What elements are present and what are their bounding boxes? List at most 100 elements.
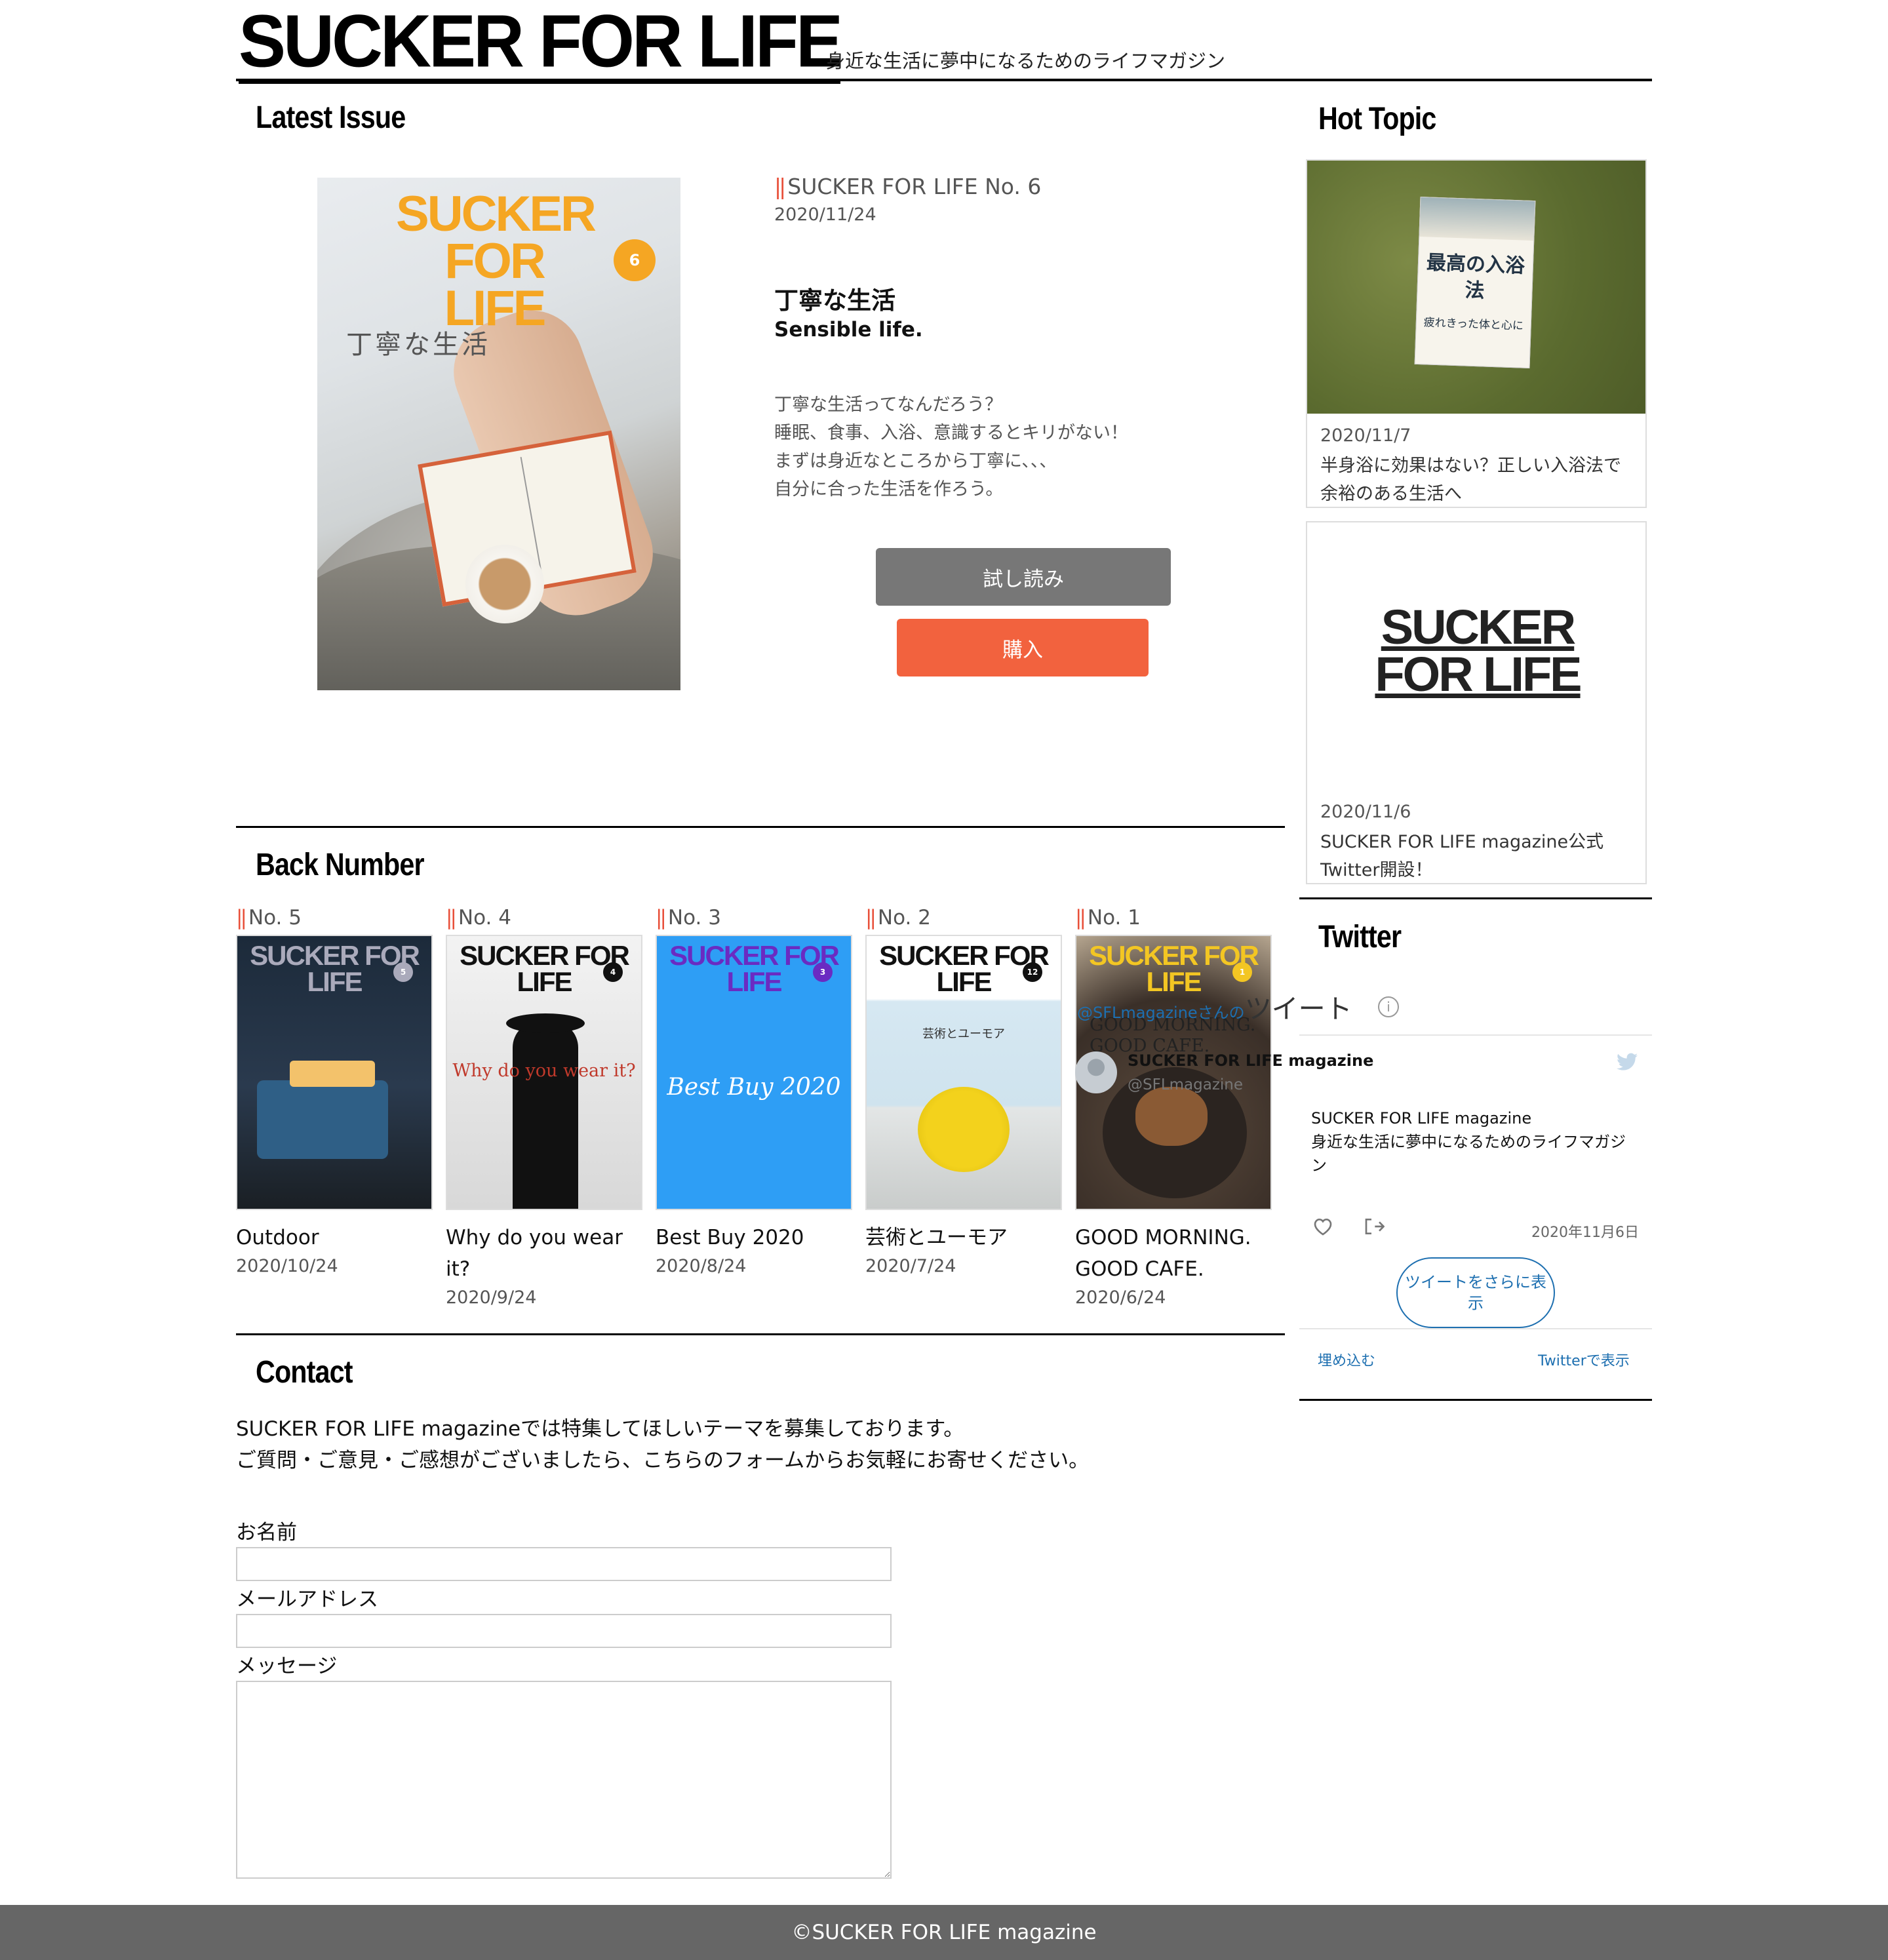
hot-topic-text-line: 半身浴に効果はない？正しい入浴法で xyxy=(1320,456,1621,476)
accent-bar-icon: || xyxy=(446,906,457,930)
book-title: 最高の入浴法 xyxy=(1426,251,1525,303)
twitter-widget-header[interactable]: @SFLmagazineさんのツイート xyxy=(1077,987,1352,1026)
back-number-date: 2020/7/24 xyxy=(865,1256,956,1276)
cover-issue-badge: 6 xyxy=(614,239,656,281)
header-divider xyxy=(236,79,1652,81)
hot-topic-date: 2020/11/6 xyxy=(1320,802,1411,822)
cover-photo-van xyxy=(257,1080,388,1159)
contact-heading: Contact xyxy=(256,1355,353,1390)
accent-bar-icon: || xyxy=(236,906,247,930)
tweet-line: ン xyxy=(1311,1156,1327,1175)
back-number-item-5[interactable]: || No. 5 SUCKER FOR LIFE 5 Outdoor 2020/1… xyxy=(236,906,433,1280)
back-number-cover[interactable]: SUCKER FOR LIFE 12 芸術とユーモア xyxy=(865,935,1062,1210)
email-field[interactable] xyxy=(236,1614,892,1648)
back-number-item-1[interactable]: || No. 1 SUCKER FOR LIFE 1 GOOD MORNING. … xyxy=(1075,906,1272,1311)
cover-subtitle: 芸術とユーモア xyxy=(922,1027,1005,1041)
cover-photo-hat xyxy=(506,1013,585,1033)
cover-badge: 5 xyxy=(393,962,413,982)
book-subtitle: 疲れきった体と心に xyxy=(1423,316,1524,333)
message-field[interactable] xyxy=(236,1681,892,1879)
book-cover-sky xyxy=(1419,197,1535,241)
cover-subtitle: 丁寧な生活 xyxy=(346,330,490,360)
cover-badge: 1 xyxy=(1232,962,1252,982)
desc-line: 丁寧な生活ってなんだろう？ xyxy=(774,395,1003,415)
email-label: メールアドレス xyxy=(236,1588,378,1611)
cover-logo: SUCKER FOR LIFE xyxy=(396,186,597,336)
twitter-launch-logo: SUCKER FOR LIFE xyxy=(1375,600,1582,701)
tweet-date[interactable]: 2020年11月6日 xyxy=(1531,1221,1639,1242)
cover-badge: 3 xyxy=(813,962,833,982)
section-divider xyxy=(1299,1399,1652,1401)
section-divider xyxy=(236,826,1285,828)
share-icon[interactable] xyxy=(1364,1217,1385,1236)
info-icon[interactable]: i xyxy=(1378,996,1399,1017)
heart-icon[interactable] xyxy=(1312,1217,1333,1236)
hot-topic-text: SUCKER FOR LIFE magazine公式 Twitter開設！ xyxy=(1320,828,1603,884)
hot-topic-card-1[interactable]: 最高の入浴法 疲れきった体と心に 2020/11/7 半身浴に効果はない？正しい… xyxy=(1306,159,1647,508)
cover-photo-pumpkin xyxy=(918,1087,1010,1172)
desc-line: まずは身近なところから丁寧に、、、 xyxy=(774,451,1057,471)
hot-topic-text-line: Twitter開設！ xyxy=(1320,860,1433,880)
preview-button[interactable]: 試し読み xyxy=(876,548,1171,606)
back-number-label: || No. 4 xyxy=(446,906,642,935)
latest-issue-number: || SUCKER FOR LIFE No. 6 xyxy=(774,174,1041,199)
accent-bar-icon: || xyxy=(656,906,667,930)
tweet-line: 身近な生活に夢中になるためのライフマガジ xyxy=(1311,1133,1626,1151)
cover-subtitle: Why do you wear it? xyxy=(452,1061,636,1081)
more-tweets-button[interactable]: ツイートをさらに表示 xyxy=(1396,1257,1555,1328)
back-number-cover[interactable]: SUCKER FOR LIFE 4 Why do you wear it? xyxy=(446,935,642,1210)
contact-intro-line: SUCKER FOR LIFE magazineでは特集してほしいテーマを募集し… xyxy=(236,1417,964,1441)
twitter-heading: Twitter xyxy=(1318,920,1402,954)
desc-line: 睡眠、食事、入浴、意識するとキリがない！ xyxy=(774,423,1128,443)
twitter-account-handle[interactable]: @SFLmagazine xyxy=(1128,1076,1243,1093)
avatar[interactable] xyxy=(1075,1051,1117,1093)
back-number-item-4[interactable]: || No. 4 SUCKER FOR LIFE 4 Why do you wea… xyxy=(446,906,642,1311)
hot-topic-text-line: 余裕のある生活へ xyxy=(1320,484,1462,504)
hot-topic-text: 半身浴に効果はない？正しい入浴法で 余裕のある生活へ xyxy=(1320,452,1621,508)
name-label: お名前 xyxy=(236,1521,297,1544)
message-label: メッセージ xyxy=(236,1655,338,1678)
cover-badge: 4 xyxy=(603,962,623,982)
back-number-no: No. 1 xyxy=(1087,906,1141,930)
cover-subtitle: Best Buy 2020 xyxy=(667,1074,841,1101)
hot-topic-card-2[interactable]: SUCKER FOR LIFE 2020/11/6 SUCKER FOR LIF… xyxy=(1306,521,1647,884)
latest-issue-cover[interactable]: SUCKER FOR LIFE 6 丁寧な生活 xyxy=(317,178,680,690)
back-number-no: No. 5 xyxy=(248,906,302,930)
twitter-handle-link[interactable]: @SFLmagazine xyxy=(1077,1004,1198,1022)
hot-topic-heading: Hot Topic xyxy=(1318,102,1436,136)
back-number-no: No. 4 xyxy=(458,906,511,930)
buy-button[interactable]: 購入 xyxy=(897,619,1149,676)
back-number-cover[interactable]: SUCKER FOR LIFE 5 xyxy=(236,935,433,1210)
back-number-label: || No. 2 xyxy=(865,906,1062,935)
cover-photo-person xyxy=(513,1021,578,1209)
back-number-item-2[interactable]: || No. 2 SUCKER FOR LIFE 12 芸術とユーモア 芸術とユー… xyxy=(865,906,1062,1280)
name-field[interactable] xyxy=(236,1547,892,1581)
twitter-bird-icon[interactable] xyxy=(1617,1053,1638,1071)
latest-issue-description: 丁寧な生活ってなんだろう？ 睡眠、食事、入浴、意識するとキリがない！ まずは身近… xyxy=(774,391,1128,503)
footer: ©SUCKER FOR LIFE magazine xyxy=(0,1905,1888,1960)
back-number-title: 芸術とユーモア xyxy=(865,1226,1008,1249)
twitter-handle-suffix: さんの xyxy=(1197,1004,1245,1022)
section-divider xyxy=(236,1333,1285,1335)
latest-issue-title-en: Sensible life. xyxy=(774,318,923,342)
back-number-label: || No. 5 xyxy=(236,906,433,935)
back-number-title: Outdoor xyxy=(236,1226,319,1249)
cover-badge: 12 xyxy=(1023,962,1042,982)
embed-link[interactable]: 埋め込む xyxy=(1318,1349,1375,1370)
site-logo[interactable]: SUCKER FOR LIFE xyxy=(239,3,843,84)
back-number-item-3[interactable]: || No. 3 SUCKER FOR LIFE 3 Best Buy 2020 … xyxy=(656,906,852,1280)
site-tagline: 身近な生活に夢中になるためのライフマガジン xyxy=(826,50,1226,72)
book-cover-image: 最高の入浴法 疲れきった体と心に xyxy=(1414,197,1536,368)
tweet-line: SUCKER FOR LIFE magazine xyxy=(1311,1109,1532,1127)
back-number-cover[interactable]: SUCKER FOR LIFE 3 Best Buy 2020 xyxy=(656,935,852,1210)
twitter-divider xyxy=(1299,1328,1652,1329)
cover-photo-scone xyxy=(1135,1087,1208,1146)
twitter-tweets-label: ツイート xyxy=(1244,993,1352,1025)
view-on-twitter-link[interactable]: Twitterで表示 xyxy=(1538,1349,1630,1370)
tweet-body: SUCKER FOR LIFE magazine 身近な生活に夢中になるためのラ… xyxy=(1311,1107,1639,1177)
contact-intro-line: ご質問・ご意見・ご感想がございましたら、こちらのフォームからお気軽にお寄せくださ… xyxy=(236,1449,1090,1472)
latest-issue-date: 2020/11/24 xyxy=(774,205,876,225)
cover-photo-van-roof xyxy=(290,1061,375,1087)
accent-bar-icon: || xyxy=(865,906,876,930)
twitter-account-name[interactable]: SUCKER FOR LIFE magazine xyxy=(1128,1051,1373,1070)
